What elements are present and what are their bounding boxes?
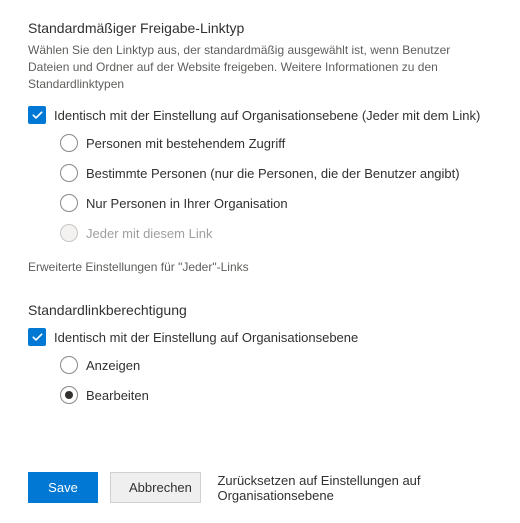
radio-label: Bearbeiten [86, 388, 149, 403]
footer-actions: Save Abbrechen Zurücksetzen auf Einstell… [28, 472, 492, 503]
radio-view[interactable]: Anzeigen [60, 356, 492, 374]
radio-icon [60, 164, 78, 182]
radio-icon [60, 224, 78, 242]
radio-icon [60, 134, 78, 152]
section-description-link-type: Wählen Sie den Linktyp aus, der standard… [28, 42, 492, 92]
default-link-type-section: Standardmäßiger Freigabe-Linktyp Wählen … [28, 20, 492, 274]
section-heading-permission: Standardlinkberechtigung [28, 302, 492, 318]
section-heading-link-type: Standardmäßiger Freigabe-Linktyp [28, 20, 492, 36]
radio-label: Personen mit bestehendem Zugriff [86, 136, 285, 151]
default-link-permission-section: Standardlinkberechtigung Identisch mit d… [28, 302, 492, 404]
radio-edit[interactable]: Bearbeiten [60, 386, 492, 404]
cancel-button[interactable]: Abbrechen [110, 472, 201, 503]
radio-label: Anzeigen [86, 358, 140, 373]
org-setting-checkbox-label: Identisch mit der Einstellung auf Organi… [54, 108, 480, 123]
radio-org-people[interactable]: Nur Personen in Ihrer Organisation [60, 194, 492, 212]
radio-icon [60, 386, 78, 404]
radio-specific-people[interactable]: Bestimmte Personen (nur die Personen, di… [60, 164, 492, 182]
permission-org-checkbox-label: Identisch mit der Einstellung auf Organi… [54, 330, 358, 345]
org-setting-checkbox-row[interactable]: Identisch mit der Einstellung auf Organi… [28, 106, 492, 124]
radio-icon [60, 356, 78, 374]
permission-radio-group: Anzeigen Bearbeiten [60, 356, 492, 404]
checkmark-icon [28, 106, 46, 124]
radio-label: Bestimmte Personen (nur die Personen, di… [86, 166, 460, 181]
permission-org-checkbox-row[interactable]: Identisch mit der Einstellung auf Organi… [28, 328, 492, 346]
radio-existing-access[interactable]: Personen mit bestehendem Zugriff [60, 134, 492, 152]
radio-label: Jeder mit diesem Link [86, 226, 212, 241]
advanced-anyone-links[interactable]: Erweiterte Einstellungen für "Jeder"-Lin… [28, 260, 492, 274]
radio-icon [60, 194, 78, 212]
link-type-radio-group: Personen mit bestehendem Zugriff Bestimm… [60, 134, 492, 242]
checkmark-icon [28, 328, 46, 346]
radio-label: Nur Personen in Ihrer Organisation [86, 196, 288, 211]
reset-org-link[interactable]: Zurücksetzen auf Einstellungen auf Organ… [217, 473, 492, 503]
save-button[interactable]: Save [28, 472, 98, 503]
radio-anyone-link[interactable]: Jeder mit diesem Link [60, 224, 492, 242]
